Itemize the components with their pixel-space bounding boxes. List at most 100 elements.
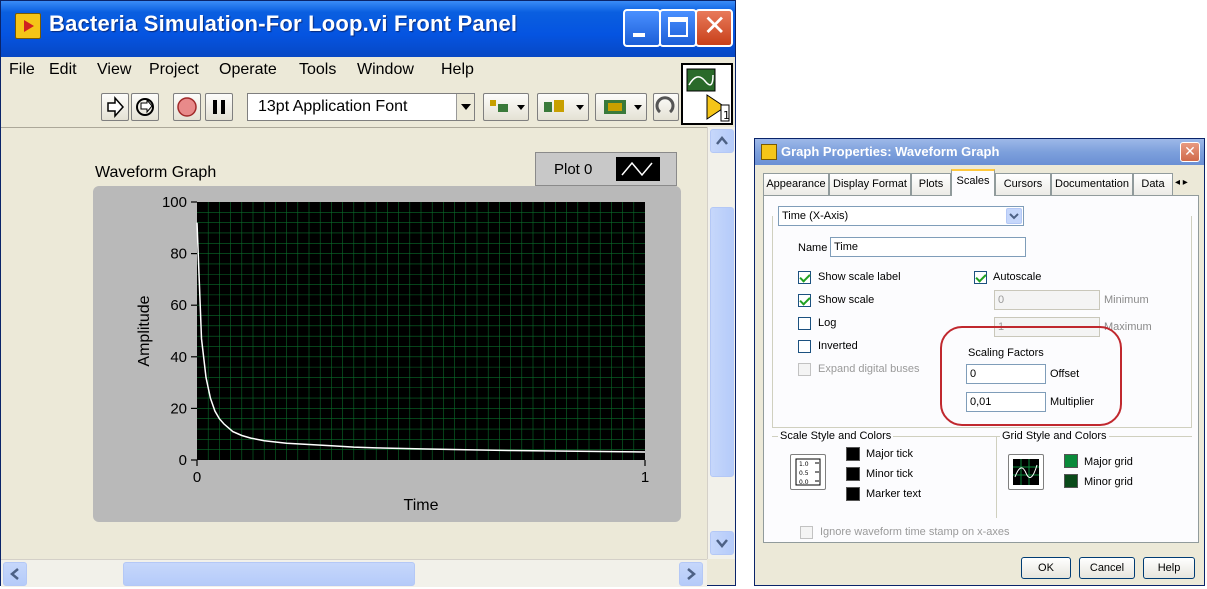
tab-data[interactable]: Data [1133, 173, 1173, 195]
scroll-up-button[interactable] [710, 129, 734, 153]
maximize-button[interactable] [659, 9, 697, 47]
cancel-button[interactable]: Cancel [1079, 557, 1135, 579]
distribute-objects-button[interactable] [537, 93, 589, 121]
ignore-timestamp-text: Ignore waveform time stamp on x-axes [820, 526, 1010, 538]
chevron-down-icon [716, 539, 728, 548]
labview-app-icon [761, 144, 777, 160]
abort-button[interactable] [173, 93, 201, 121]
scale-style-button[interactable]: 1.0 0.5 0.0 [790, 454, 826, 490]
expand-digital-buses-checkbox[interactable] [798, 363, 811, 376]
tab-plots[interactable]: Plots [911, 173, 951, 195]
ignore-timestamp-checkbox[interactable] [800, 526, 813, 539]
scroll-left-button[interactable] [3, 562, 27, 586]
y-tick-label: 80 [170, 246, 187, 263]
chevron-right-icon [687, 568, 696, 580]
plot-legend-name: Plot 0 [554, 161, 593, 178]
dialog-close-button[interactable]: ✕ [1180, 142, 1200, 162]
show-scale-checkbox[interactable] [798, 294, 811, 307]
align-objects-icon [490, 100, 525, 112]
menu-operate[interactable]: Operate [219, 61, 277, 79]
grid-style-group-title: Grid Style and Colors [1000, 430, 1109, 442]
y-tick-label: 20 [170, 400, 187, 417]
minimum-label: Minimum [1104, 294, 1149, 306]
font-selector-value: 13pt Application Font [258, 98, 408, 115]
menu-edit[interactable]: Edit [49, 61, 77, 79]
minor-tick-color-swatch[interactable] [846, 467, 860, 481]
run-button[interactable] [101, 93, 129, 121]
menu-window[interactable]: Window [357, 61, 414, 79]
name-field[interactable]: Time [830, 237, 1026, 257]
marker-text-color-swatch[interactable] [846, 487, 860, 501]
menu-view[interactable]: View [97, 61, 131, 79]
grid-style-button[interactable] [1008, 454, 1044, 490]
show-scale-label-checkbox[interactable] [798, 271, 811, 284]
x-axis-label: Time [404, 497, 439, 514]
title-bar[interactable]: Bacteria Simulation-For Loop.vi Front Pa… [1, 1, 735, 57]
plot-legend[interactable]: Plot 0 [535, 152, 677, 186]
scroll-right-button[interactable] [679, 562, 703, 586]
minimize-button[interactable] [623, 9, 661, 47]
vertical-scroll-thumb[interactable] [710, 207, 734, 477]
scale-style-group-title: Scale Style and Colors [778, 430, 894, 442]
run-continuously-button[interactable] [131, 93, 159, 121]
font-selector[interactable]: 13pt Application Font [247, 93, 475, 121]
svg-text:1: 1 [723, 109, 730, 122]
chevron-down-icon[interactable] [456, 94, 474, 120]
name-label: Name [798, 242, 828, 254]
log-text: Log [818, 317, 837, 329]
vertical-scrollbar[interactable] [707, 127, 735, 559]
tab-display-format[interactable]: Display Format [829, 173, 911, 195]
close-icon: ✕ [1184, 144, 1196, 160]
tab-cursors[interactable]: Cursors [995, 173, 1051, 195]
major-grid-color-swatch[interactable] [1064, 454, 1078, 468]
align-objects-button[interactable] [483, 93, 529, 121]
major-tick-color-swatch[interactable] [846, 447, 860, 461]
inverted-checkbox[interactable] [798, 340, 811, 353]
minimum-field[interactable]: 0 [994, 290, 1100, 310]
grid-style-icon [1013, 459, 1039, 485]
plot-line-swatch-icon [616, 157, 660, 181]
reorder-button[interactable] [653, 93, 679, 121]
horizontal-scroll-thumb[interactable] [123, 562, 415, 586]
pause-icon [213, 100, 225, 114]
major-grid-label: Major grid [1084, 456, 1133, 468]
svg-text:1.0: 1.0 [799, 461, 809, 468]
y-tick-label: 0 [179, 452, 187, 469]
toolbar: 13pt Application Font [1, 85, 681, 125]
menu-help[interactable]: Help [441, 61, 474, 79]
run-continuously-icon [136, 98, 154, 116]
y-tick-label: 60 [170, 297, 187, 314]
tab-scales[interactable]: Scales [951, 169, 995, 196]
graph-label: Waveform Graph [95, 164, 217, 181]
pause-button[interactable] [205, 93, 233, 121]
scales-tab-page: Time (X-Axis) Name Time Show scale label… [763, 195, 1199, 543]
scale-style-icon: 1.0 0.5 0.0 [795, 458, 821, 486]
ok-button[interactable]: OK [1021, 557, 1071, 579]
dialog-title-bar[interactable]: Graph Properties: Waveform Graph ✕ [755, 139, 1204, 165]
menu-bar: File Edit View Project Operate Tools Win… [1, 57, 735, 83]
waveform-graph[interactable]: 100 80 60 40 20 0 0 1 Time Amplitude [93, 186, 681, 522]
menu-file[interactable]: File [9, 61, 35, 79]
scroll-down-button[interactable] [710, 531, 734, 555]
expand-digital-buses-text: Expand digital buses [818, 363, 920, 375]
log-checkbox[interactable] [798, 317, 811, 330]
menu-tools[interactable]: Tools [299, 61, 336, 79]
close-button[interactable]: ✕ [695, 9, 733, 47]
window-title: Bacteria Simulation-For Loop.vi Front Pa… [49, 11, 518, 36]
minimize-icon [633, 33, 645, 37]
tab-documentation[interactable]: Documentation [1051, 173, 1133, 195]
vi-icon[interactable]: 1 [681, 63, 733, 125]
minor-grid-color-swatch[interactable] [1064, 474, 1078, 488]
resize-objects-button[interactable] [595, 93, 647, 121]
minor-tick-label: Minor tick [866, 468, 914, 480]
run-arrow-icon [107, 96, 125, 118]
tab-appearance[interactable]: Appearance [763, 173, 829, 195]
reorder-icon [655, 96, 675, 114]
tab-scroll-arrows-icon[interactable]: ◂ ▸ [1175, 177, 1188, 188]
labview-app-icon [15, 13, 41, 39]
stop-sign-icon [177, 97, 197, 117]
autoscale-checkbox[interactable] [974, 271, 987, 284]
horizontal-scrollbar[interactable] [1, 559, 707, 587]
help-button[interactable]: Help [1143, 557, 1195, 579]
menu-project[interactable]: Project [149, 61, 199, 79]
